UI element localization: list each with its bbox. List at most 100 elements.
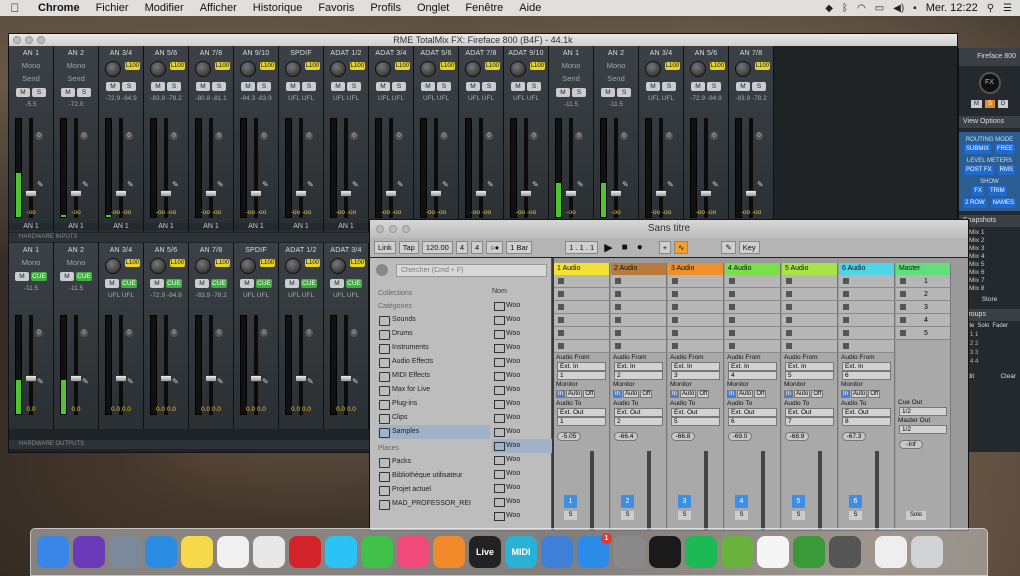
output-type-select[interactable]: Ext. Out [557, 408, 606, 417]
totalmix-icon[interactable] [829, 536, 861, 568]
place-item[interactable]: Packs [378, 455, 490, 469]
output-type-select[interactable]: Ext. Out [785, 408, 834, 417]
mute-button[interactable]: M [601, 88, 615, 97]
shazam-icon[interactable] [757, 536, 789, 568]
notification-center-icon[interactable]: ☰ [1003, 3, 1012, 14]
opera-icon[interactable] [289, 536, 321, 568]
mute-button[interactable]: M [556, 88, 570, 97]
clip-slot[interactable] [839, 275, 894, 288]
input-channel-select[interactable]: 4 [728, 371, 777, 380]
monitor-off-button[interactable]: Off [640, 390, 653, 398]
gain-knob[interactable] [105, 258, 121, 274]
wrench-icon[interactable]: ✎ [712, 180, 719, 189]
track-volume[interactable]: -5.05 [557, 432, 581, 441]
fader-handle[interactable] [160, 190, 172, 197]
fader-handle[interactable] [115, 190, 127, 197]
clip-slot[interactable] [668, 288, 723, 301]
browser-search-input[interactable]: Chercher (Cmd + F) [396, 264, 547, 277]
master-header[interactable]: Master [896, 263, 950, 275]
wrench-icon[interactable]: ✎ [397, 180, 404, 189]
file-item[interactable]: Woo [492, 453, 552, 467]
system-preferences-icon[interactable] [613, 536, 645, 568]
wrench-icon[interactable]: ✎ [352, 180, 359, 189]
fader-track[interactable] [704, 118, 708, 218]
clip-slot[interactable] [668, 301, 723, 314]
rms-button[interactable]: RMS [997, 165, 1015, 175]
category-item[interactable]: Plug-ins [378, 397, 490, 411]
clip-slot[interactable] [782, 275, 837, 288]
clip-slot[interactable] [668, 327, 723, 340]
clip-slot[interactable] [554, 288, 609, 301]
input-channel-select[interactable]: 5 [785, 371, 834, 380]
category-item[interactable]: MIDI Effects [378, 369, 490, 383]
channel-label[interactable]: AN 1 [99, 223, 143, 230]
clip-slot[interactable] [782, 340, 837, 353]
document-icon[interactable] [875, 536, 907, 568]
gain-knob[interactable] [105, 61, 121, 77]
fader-handle[interactable] [25, 190, 37, 197]
fader-track[interactable] [164, 118, 168, 218]
piano-icon[interactable] [649, 536, 681, 568]
wrench-icon[interactable]: ✎ [217, 180, 224, 189]
wrench-icon[interactable]: ✎ [127, 377, 134, 386]
wrench-icon[interactable]: ✎ [262, 377, 269, 386]
category-item[interactable]: Instruments [378, 341, 490, 355]
gain-knob[interactable] [195, 61, 211, 77]
gain-knob[interactable] [690, 61, 706, 77]
show-fx-button[interactable]: FX [972, 186, 984, 196]
scene-launch[interactable]: 2 [896, 288, 950, 301]
file-item[interactable]: Woo [492, 481, 552, 495]
photos-icon[interactable] [217, 536, 249, 568]
free-button[interactable]: FREE [995, 144, 1016, 154]
mute-button[interactable]: M [285, 279, 299, 288]
fader-track[interactable] [164, 315, 168, 415]
solo-button[interactable]: S [572, 88, 586, 97]
gain-knob[interactable] [285, 61, 301, 77]
monitor-auto-button[interactable]: Auto [566, 390, 583, 398]
mute-button[interactable]: M [15, 272, 29, 281]
wifi-icon[interactable]: ◠ [857, 3, 866, 14]
mute-button[interactable]: M [105, 279, 119, 288]
output-channel-select[interactable]: 1 [557, 417, 606, 426]
mute-button[interactable]: M [16, 88, 30, 97]
wrench-icon[interactable]: ✎ [487, 180, 494, 189]
mute-button[interactable]: M [196, 82, 210, 91]
solo-button[interactable]: S [212, 82, 226, 91]
monitor-off-button[interactable]: Off [868, 390, 881, 398]
quantize-select[interactable]: 1 Bar [506, 241, 533, 254]
monitor-auto-button[interactable]: Auto [623, 390, 640, 398]
gain-knob[interactable] [420, 61, 436, 77]
mute-button[interactable]: M [106, 82, 120, 91]
airplay-icon[interactable]: ▭ [875, 3, 884, 14]
search-icon[interactable]: ⚲ [987, 3, 994, 14]
stop-button[interactable]: ■ [619, 241, 631, 254]
fader-handle[interactable] [340, 190, 352, 197]
gain-knob[interactable] [240, 61, 256, 77]
output-channel-select[interactable]: 8 [842, 417, 891, 426]
gain-knob[interactable] [510, 61, 526, 77]
file-item[interactable]: Woo [492, 369, 552, 383]
output-type-select[interactable]: Ext. Out [842, 408, 891, 417]
fader-track[interactable] [209, 118, 213, 218]
solo-button[interactable]: S [482, 82, 496, 91]
wrench-icon[interactable]: ✎ [82, 180, 89, 189]
input-type-select[interactable]: Ext. In [614, 362, 663, 371]
master-out-select[interactable]: 1/2 [899, 425, 947, 434]
input-type-select[interactable]: Ext. In [671, 362, 720, 371]
input-type-select[interactable]: Ext. In [842, 362, 891, 371]
clip-slot[interactable] [839, 301, 894, 314]
solo-button[interactable]: S [167, 82, 181, 91]
clip-slot[interactable] [611, 275, 666, 288]
mute-button[interactable]: M [691, 82, 705, 91]
monitor-in-button[interactable]: In [670, 390, 680, 398]
monitor-in-button[interactable]: In [613, 390, 623, 398]
chrome-icon[interactable] [253, 536, 285, 568]
minimize-button[interactable] [25, 36, 33, 44]
file-item[interactable]: Woo [492, 425, 552, 439]
clip-slot[interactable] [782, 327, 837, 340]
track-header[interactable]: 5 Audio [782, 263, 837, 275]
scene-launch[interactable]: 3 [896, 301, 950, 314]
gain-knob[interactable] [240, 258, 256, 274]
fader-track[interactable] [749, 118, 753, 218]
solo-button[interactable]: S [735, 511, 748, 520]
